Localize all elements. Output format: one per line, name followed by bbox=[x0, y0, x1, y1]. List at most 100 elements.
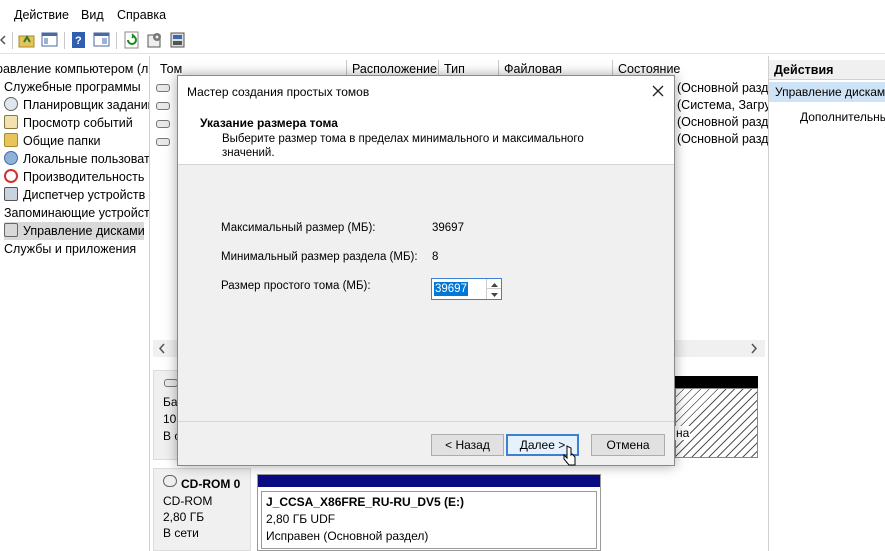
volume-size-label: Размер простого тома (МБ): bbox=[221, 280, 371, 292]
tree-item-label: Службы и приложения bbox=[4, 242, 137, 256]
tree-item-label: Локальные пользовате bbox=[23, 152, 150, 166]
event-viewer-icon bbox=[4, 115, 18, 129]
device-manager-icon bbox=[4, 187, 18, 201]
tree-root[interactable]: равление компьютером (л bbox=[0, 60, 148, 78]
actions-selected-item[interactable]: Управление дискам bbox=[769, 82, 885, 102]
back-arrow-icon[interactable] bbox=[0, 33, 6, 47]
drive-icon bbox=[156, 120, 170, 128]
volume-status[interactable]: (Система, Загру bbox=[677, 98, 771, 112]
actions-header: Действия bbox=[769, 60, 885, 80]
tree-item-event-viewer[interactable]: Просмотр событий bbox=[4, 114, 133, 132]
cdrom-size: 2,80 ГБ bbox=[163, 510, 205, 524]
actions-pane: Действия Управление дискам Дополнительны bbox=[768, 56, 885, 551]
tree-item-label: Служебные программы bbox=[4, 80, 141, 94]
tree-item-shared-folders[interactable]: Общие папки bbox=[4, 132, 101, 150]
volume-size-stepper[interactable]: 39697 bbox=[431, 278, 502, 300]
cdrom-type: CD-ROM bbox=[163, 494, 213, 508]
volume-status[interactable]: (Основной разд bbox=[677, 81, 768, 95]
tree-item-scheduler[interactable]: Планировщик заданий bbox=[4, 96, 150, 114]
tree-item-local-users[interactable]: Локальные пользовате bbox=[4, 150, 150, 168]
tree-item-label: Диспетчер устройств bbox=[23, 188, 146, 202]
tree-item-label: Общие папки bbox=[23, 134, 101, 148]
settings-icon[interactable] bbox=[146, 31, 164, 49]
tree-item-tools[interactable]: Служебные программы bbox=[4, 78, 141, 96]
disk-properties-icon[interactable] bbox=[169, 31, 187, 49]
cdrom-name: CD-ROM 0 bbox=[181, 477, 241, 491]
tree-item-label: Просмотр событий bbox=[23, 116, 133, 130]
drive-icon bbox=[156, 84, 170, 92]
drive-icon bbox=[156, 102, 170, 110]
actions-title: Действия bbox=[774, 63, 834, 77]
max-size-value: 39697 bbox=[432, 222, 464, 234]
cdrom-volume-size: 2,80 ГБ UDF bbox=[266, 512, 336, 526]
close-icon[interactable] bbox=[651, 84, 665, 98]
cdrom-volume-label: J_CCSA_X86FRE_RU-RU_DV5 (E:) bbox=[266, 495, 465, 509]
tree-item-services[interactable]: Службы и приложения bbox=[4, 240, 136, 258]
volume-header-bar bbox=[258, 475, 600, 487]
partition-label: на bbox=[675, 426, 691, 440]
svg-text:?: ? bbox=[75, 35, 82, 47]
toolbar-separator bbox=[64, 32, 65, 49]
volume-status[interactable]: (Основной разд bbox=[677, 115, 768, 129]
volume-status[interactable]: (Основной разд bbox=[677, 132, 768, 146]
cdrom-volume-status: Исправен (Основной раздел) bbox=[266, 529, 429, 543]
properties-view-icon[interactable] bbox=[93, 31, 111, 49]
disk-management-icon bbox=[4, 223, 18, 237]
help-icon[interactable]: ? bbox=[70, 31, 88, 49]
min-size-value: 8 bbox=[432, 251, 439, 263]
menu-action[interactable]: Действие bbox=[14, 8, 69, 22]
disk-0-name: Ба bbox=[163, 395, 178, 409]
min-size-label: Минимальный размер раздела (МБ): bbox=[221, 251, 418, 263]
users-icon bbox=[4, 151, 18, 165]
shared-folder-icon bbox=[4, 133, 18, 147]
menu-view[interactable]: Вид bbox=[81, 8, 104, 22]
dialog-subheading: Выберите размер тома в пределах минималь… bbox=[222, 133, 584, 159]
actions-more-link[interactable]: Дополнительны bbox=[800, 110, 885, 124]
dialog-header: Указание размера тома Выберите размер то… bbox=[178, 107, 674, 165]
unallocated-header-bar bbox=[675, 376, 758, 388]
tree-item-label: Планировщик заданий bbox=[23, 98, 150, 112]
cancel-button[interactable]: Отмена bbox=[591, 434, 665, 456]
tree-item-storage[interactable]: Запоминающие устройст bbox=[4, 204, 150, 222]
cdrom-0-label[interactable]: CD-ROM 0 CD-ROM 2,80 ГБ В сети bbox=[153, 468, 251, 551]
toolbar-separator bbox=[116, 32, 117, 49]
dialog-divider bbox=[178, 421, 674, 422]
dialog-titlebar[interactable]: Мастер создания простых томов bbox=[178, 76, 674, 107]
scroll-right-icon[interactable] bbox=[749, 342, 759, 355]
tree-item-label: Производительность bbox=[23, 170, 145, 184]
console-tree: равление компьютером (л Служебные програ… bbox=[0, 56, 150, 551]
dialog-title: Мастер создания простых томов bbox=[187, 85, 370, 99]
menu-bar: Действие Вид Справка bbox=[0, 0, 885, 28]
disk-icon bbox=[164, 379, 178, 387]
back-button[interactable]: < Назад bbox=[431, 434, 504, 456]
cdrom-status: В сети bbox=[163, 526, 199, 540]
toolbar-separator bbox=[12, 32, 13, 49]
scroll-left-icon[interactable] bbox=[157, 342, 167, 355]
clock-icon bbox=[4, 97, 18, 111]
refresh-icon[interactable] bbox=[123, 31, 141, 49]
volume-size-input[interactable]: 39697 bbox=[434, 282, 468, 296]
tree-item-label: Управление дисками bbox=[23, 224, 145, 238]
tree-item-disk-management[interactable]: Управление дисками bbox=[4, 222, 145, 240]
dialog-heading: Указание размера тома bbox=[200, 116, 338, 130]
tree-root-label: равление компьютером (л bbox=[0, 62, 149, 76]
new-simple-volume-wizard: Мастер создания простых томов Указание р… bbox=[177, 75, 675, 466]
cdrom-icon bbox=[163, 475, 177, 487]
tree-item-label: Запоминающие устройст bbox=[4, 206, 150, 220]
max-size-label: Максимальный размер (МБ): bbox=[221, 222, 376, 234]
show-hide-tree-icon[interactable] bbox=[41, 31, 59, 49]
spin-down-icon[interactable] bbox=[486, 289, 501, 299]
menu-help[interactable]: Справка bbox=[117, 8, 166, 22]
actions-selected-label: Управление дискам bbox=[775, 85, 885, 99]
toolbar: ? bbox=[0, 28, 885, 54]
tree-item-performance[interactable]: Производительность bbox=[4, 168, 144, 186]
cdrom-volume[interactable]: J_CCSA_X86FRE_RU-RU_DV5 (E:) 2,80 ГБ UDF… bbox=[257, 474, 601, 551]
unallocated-partition[interactable] bbox=[675, 388, 758, 458]
up-folder-icon[interactable] bbox=[18, 31, 36, 49]
mouse-cursor-icon bbox=[563, 445, 577, 467]
spin-up-icon[interactable] bbox=[486, 279, 501, 289]
drive-icon bbox=[156, 138, 170, 146]
performance-icon bbox=[4, 169, 18, 183]
tree-item-device-manager[interactable]: Диспетчер устройств bbox=[4, 186, 145, 204]
disk-0-size: 10 bbox=[163, 412, 177, 426]
